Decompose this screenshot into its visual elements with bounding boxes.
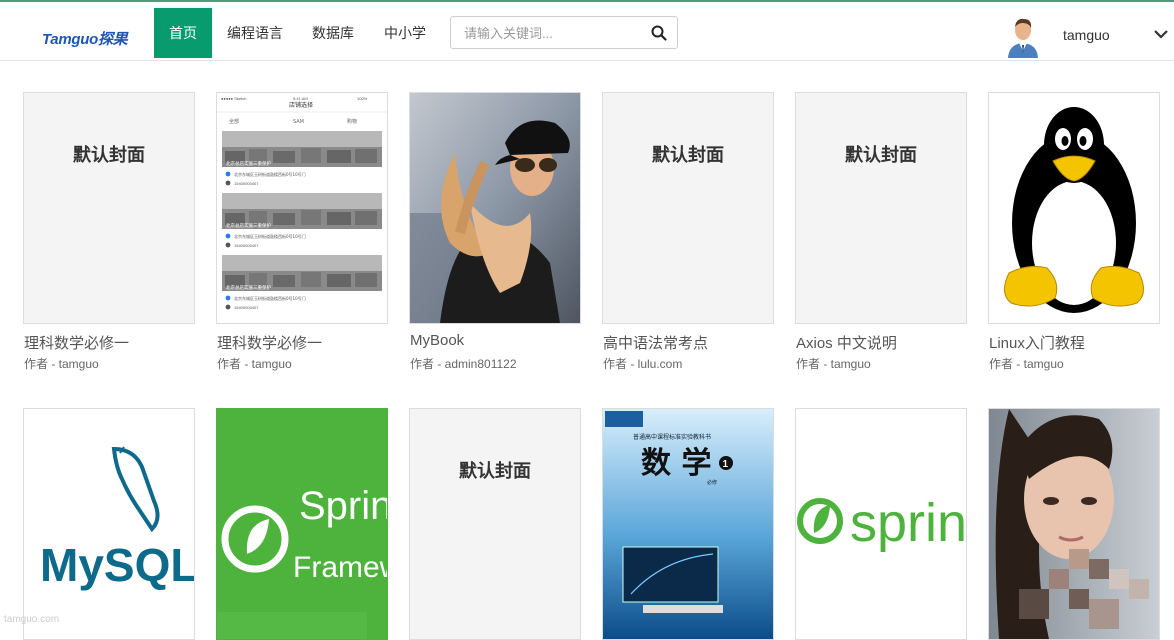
book-author: 作者 - tamguo (24, 357, 99, 371)
nav-item-home[interactable]: 首页 (154, 8, 212, 58)
phone-screenshot-cover: ●●●●● Sketch 9:41 AM 100% 店铺选择 全部 SAM 购物… (217, 93, 387, 323)
book-author: 作者 - admin801122 (410, 357, 517, 371)
math-textbook-image: 普通高中课程标准实验教科书 数 学 1 必修 (603, 409, 773, 639)
spring-text: Spring (299, 484, 387, 528)
mysql-wordmark: MySQL (40, 539, 194, 591)
top-navbar: Tamguo探果 首页 编程语言 数据库 中小学 tamguo (0, 2, 1174, 61)
book-author: 作者 - tamguo (796, 357, 871, 371)
book-title[interactable]: 理科数学必修一 (217, 332, 322, 353)
phone-status-left: ●●●●● Sketch (221, 96, 246, 101)
spring-framework-image: Spring Framework (217, 409, 387, 639)
svg-text:北京东城区玉树街道鼓楼西街0号10号门: 北京东城区玉树街道鼓楼西街0号10号门 (234, 233, 306, 239)
svg-text:15400000407: 15400000407 (234, 181, 259, 186)
search-box (450, 16, 678, 50)
svg-text:北京东城区玉树街道鼓楼西街0号10号门: 北京东城区玉树街道鼓楼西街0号10号门 (234, 295, 306, 301)
book-author: 作者 - tamguo (989, 357, 1064, 371)
tux-penguin-image (1004, 107, 1144, 313)
book-cover[interactable]: 默认封面 (795, 92, 967, 324)
book-cover[interactable] (988, 408, 1160, 640)
book-title[interactable]: 理科数学必修一 (24, 332, 129, 353)
svg-text:北京总店实施三重保护: 北京总店实施三重保护 (226, 160, 271, 167)
book-cover[interactable]: 默认封面 (409, 408, 581, 640)
book-cover[interactable]: spring (795, 408, 967, 640)
volume-badge: 1 (723, 459, 729, 470)
phone-filter-all: 全部 (229, 118, 239, 125)
spring-logo-image: spring (797, 493, 966, 553)
book-title[interactable]: Axios 中文说明 (796, 332, 897, 353)
book-cover[interactable]: 默认封面 (602, 92, 774, 324)
book-cover[interactable] (988, 92, 1160, 324)
phone-filter-shop: 购物 (347, 118, 357, 125)
phone-status-right: 100% (357, 96, 368, 101)
username-label[interactable]: tamguo (1063, 27, 1110, 43)
nav-item-programming[interactable]: 编程语言 (218, 8, 292, 58)
framework-text: Framework (293, 551, 387, 584)
photo-woman-portrait-image (989, 409, 1159, 639)
math-title: 数 学 (641, 446, 711, 481)
photo-woman-cap-image (410, 93, 580, 323)
book-title[interactable]: MyBook (410, 332, 464, 349)
spring-wordmark: spring (850, 493, 966, 553)
chevron-down-icon[interactable] (1153, 26, 1169, 42)
default-cover-text: 默认封面 (845, 145, 917, 166)
default-cover-text: 默认封面 (459, 461, 531, 482)
nav-item-database[interactable]: 数据库 (304, 8, 362, 58)
phone-filter-sam: SAM (293, 119, 304, 125)
book-cover[interactable]: ●●●●● Sketch 9:41 AM 100% 店铺选择 全部 SAM 购物… (216, 92, 388, 324)
nav-item-k12[interactable]: 中小学 (376, 8, 434, 58)
book-cover[interactable]: 默认封面 (23, 92, 195, 324)
phone-nav-title: 店铺选择 (289, 101, 313, 109)
svg-text:北京总店实施三重保护: 北京总店实施三重保护 (226, 222, 271, 229)
book-title[interactable]: Linux入门教程 (989, 332, 1085, 353)
series-text: 普通高中课程标准实验教科书 (633, 433, 711, 441)
user-avatar[interactable] (1006, 14, 1040, 58)
svg-text:15400000407: 15400000407 (234, 305, 259, 310)
subtitle-text: 必修 (707, 479, 717, 486)
book-author: 作者 - lulu.com (603, 357, 683, 371)
default-cover-text: 默认封面 (652, 145, 724, 166)
default-cover-text: 默认封面 (73, 145, 145, 166)
phone-status-time: 9:41 AM (293, 96, 308, 101)
book-title[interactable]: 高中语法常考点 (603, 332, 708, 353)
book-author: 作者 - tamguo (217, 357, 292, 371)
book-cover[interactable]: Spring Framework (216, 408, 388, 640)
svg-text:15400000407: 15400000407 (234, 243, 259, 248)
mysql-logo-image: MySQL (40, 446, 194, 591)
book-cover[interactable] (409, 92, 581, 324)
search-icon[interactable] (650, 24, 668, 42)
site-logo[interactable]: Tamguo探果 (42, 28, 128, 49)
search-input[interactable] (462, 17, 646, 50)
book-cover[interactable]: 普通高中课程标准实验教科书 数 学 1 必修 (602, 408, 774, 640)
footer-watermark: tamguo.com (4, 614, 60, 625)
book-cover[interactable]: MySQL (23, 408, 195, 640)
svg-text:北京总店实施三重保护: 北京总店实施三重保护 (226, 284, 271, 291)
svg-text:北京东城区玉树街道鼓楼西街0号10号门: 北京东城区玉树街道鼓楼西街0号10号门 (234, 171, 306, 177)
